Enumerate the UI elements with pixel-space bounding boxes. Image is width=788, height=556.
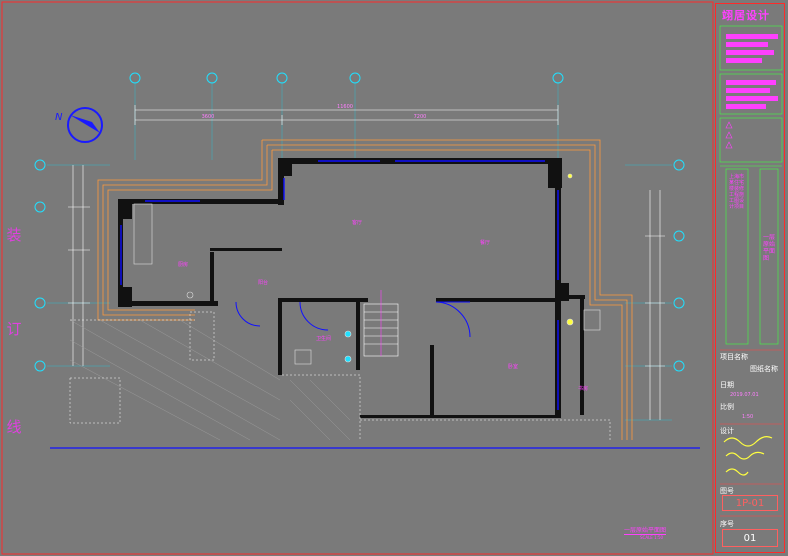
drawing-sheet: 11600 3600 7200 N 客厅 餐厅 厨房 阳台 卫生间 卧室 书房 … xyxy=(0,0,788,556)
sequence-number: 01 xyxy=(722,529,778,547)
room-label-living: 客厅 xyxy=(352,219,362,226)
dim-seg-a: 3600 xyxy=(202,114,215,120)
project-name-label: 项目名称 xyxy=(720,353,748,361)
plan-title: 一层原始平面图 xyxy=(624,527,667,535)
north-arrow-icon: N xyxy=(55,107,103,143)
dim-seg-b: 7200 xyxy=(414,114,427,120)
room-label-bath: 卫生间 xyxy=(316,335,331,342)
drawing-name-label: 图纸名称 xyxy=(750,365,778,373)
doors xyxy=(235,301,471,338)
right-dimension-lines xyxy=(645,190,665,420)
room-label-study: 书房 xyxy=(578,385,588,392)
left-dimension-lines xyxy=(68,165,90,366)
date-value: 2019.07.01 xyxy=(730,392,759,398)
vertical-project-name: 上海市某住宅楼装修工程施工图设计项目 xyxy=(729,174,745,210)
title-block: 翊居设计 上海市某住宅楼装修工程施工图设计项目 一层原始平面图 项目名称 图纸名… xyxy=(715,3,785,553)
title-block-graphics xyxy=(719,25,783,517)
windows xyxy=(120,160,559,410)
right-grid-bubbles xyxy=(673,159,685,372)
room-label-bedroom: 卧室 xyxy=(508,363,518,370)
walls xyxy=(118,158,585,418)
designer-label: 设计 xyxy=(720,427,734,435)
room-label-dining: 餐厅 xyxy=(480,239,490,246)
svg-text:N: N xyxy=(55,112,63,123)
drawing-frame xyxy=(1,1,714,555)
exterior-hatch xyxy=(69,319,351,441)
vertical-drawing-name: 一层原始平面图 xyxy=(763,234,776,262)
room-label-balcony: 阳台 xyxy=(258,279,268,286)
binding-char-2: 订 xyxy=(6,320,22,338)
plan-scale: SCALE 1:50 xyxy=(640,535,664,540)
drawing-number: 1P-01 xyxy=(722,495,778,511)
stairs xyxy=(363,290,399,357)
date-label: 日期 xyxy=(720,381,734,389)
binding-char-1: 装 xyxy=(6,226,22,244)
floor-plan-drawing: 11600 3600 7200 N 客厅 餐厅 厨房 阳台 卫生间 卧室 书房 xyxy=(1,1,714,555)
room-label-kitchen: 厨房 xyxy=(178,261,188,268)
scale-value: 1:50 xyxy=(742,414,754,420)
top-grid-bubbles xyxy=(129,72,564,84)
sequence-label: 序号 xyxy=(720,520,734,528)
exterior-dashed-lines xyxy=(69,311,611,440)
scale-label: 比例 xyxy=(720,403,734,411)
binding-char-3: 线 xyxy=(6,418,22,436)
dim-overall: 11600 xyxy=(337,104,353,110)
left-grid-bubbles xyxy=(34,159,46,372)
